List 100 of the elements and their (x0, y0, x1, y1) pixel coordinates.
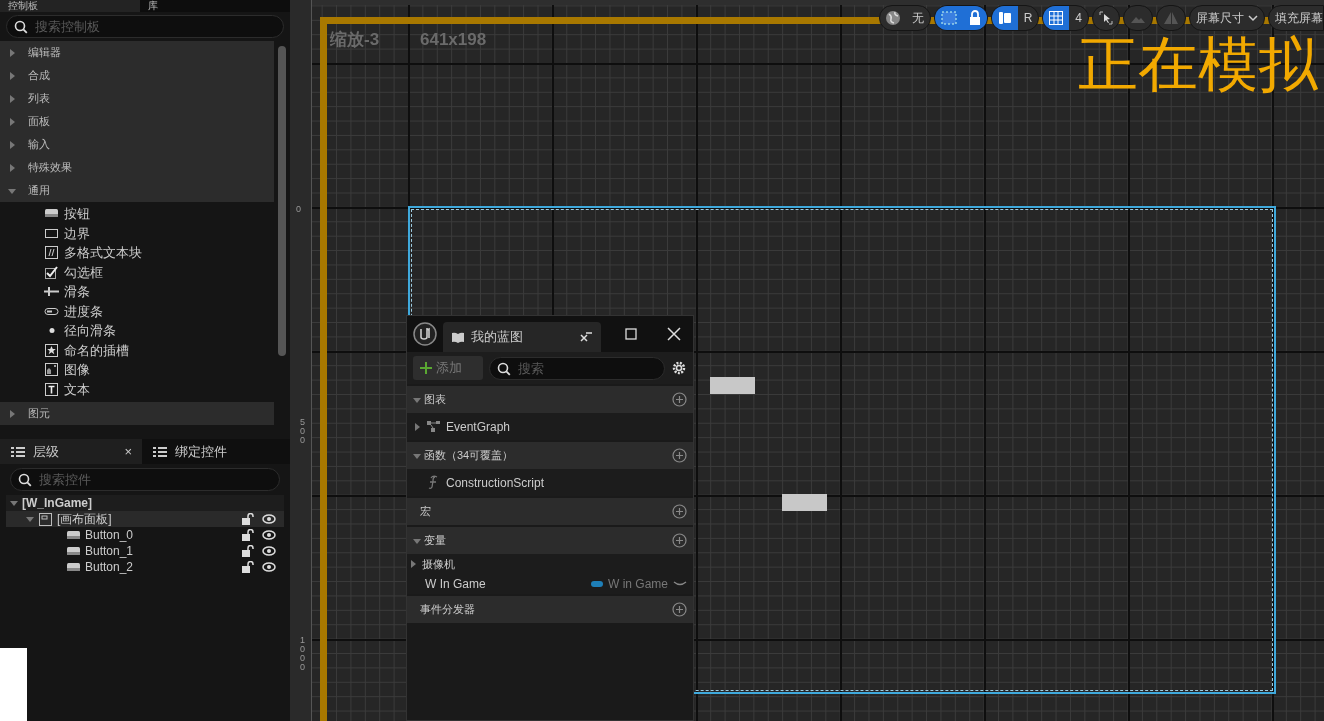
book-icon (451, 331, 465, 343)
tree-label: [W_InGame] (22, 495, 92, 512)
unlocked-lock-icon[interactable] (242, 529, 254, 541)
panel-tab[interactable]: 层级 × (0, 439, 142, 464)
tree-label: Button_2 (85, 559, 134, 576)
collapse-arrow-icon[interactable] (413, 395, 421, 404)
eye-icon[interactable] (262, 530, 276, 540)
expand-arrow-icon[interactable] (409, 560, 417, 568)
add-circle-icon[interactable] (672, 448, 687, 463)
close-icon[interactable] (579, 331, 593, 343)
collapse-arrow-icon[interactable] (413, 451, 421, 460)
eye-icon[interactable] (262, 514, 276, 524)
respect-toggle[interactable]: R (990, 5, 1040, 31)
tree-row[interactable]: Button_2 (6, 559, 284, 575)
eye-closed-icon[interactable] (673, 580, 687, 588)
palette-item[interactable]: 文本 (0, 379, 274, 399)
palette-item[interactable]: 径向滑条 (0, 321, 274, 341)
flip-button[interactable] (1156, 5, 1186, 31)
tree-row[interactable]: [W_InGame] (6, 495, 284, 511)
ruler-label: 0 (296, 205, 301, 214)
scrollbar-thumb[interactable] (278, 46, 286, 356)
collapse-arrow-icon[interactable] (8, 186, 16, 195)
tree-row[interactable]: Button_0 (6, 527, 284, 543)
ruler-label: 500 (299, 418, 306, 445)
category-row[interactable]: 特殊效果 (0, 156, 274, 179)
collapse-arrow-icon[interactable] (413, 536, 421, 545)
category-row[interactable]: 输入 (0, 133, 274, 156)
add-circle-icon[interactable] (672, 392, 687, 407)
window-tab[interactable]: 我的蓝图 (443, 322, 601, 352)
category-label: 合成 (28, 68, 50, 84)
palette-item[interactable]: 多格式文本块 (0, 243, 274, 263)
palette-item[interactable]: 边界 (0, 223, 274, 243)
collapse-arrow-icon[interactable] (26, 515, 34, 523)
settings-icon[interactable] (671, 360, 687, 376)
columns-icon (996, 10, 1013, 26)
category-row[interactable]: 图元 (0, 402, 274, 425)
expand-arrow-icon[interactable] (413, 422, 421, 431)
graph-icon (426, 419, 441, 434)
section-header[interactable]: 变量 (407, 527, 693, 554)
screen-size-dropdown[interactable]: 屏幕尺寸 (1189, 5, 1265, 31)
palette-item[interactable]: 勾选框 (0, 262, 274, 282)
add-circle-icon[interactable] (672, 504, 687, 519)
simulation-label: 正在模拟 (1078, 30, 1318, 100)
search-field[interactable]: 搜索 (489, 356, 665, 380)
world-toggle[interactable]: 无 (878, 5, 931, 31)
variable-type-icon (591, 581, 603, 587)
section-header[interactable]: 宏 (407, 498, 693, 525)
palette-item[interactable]: 进度条 (0, 301, 274, 321)
section-header[interactable]: 事件分发器 (407, 596, 693, 623)
eye-icon[interactable] (262, 546, 276, 556)
search-field[interactable]: 搜索控件 (10, 468, 280, 491)
search-field[interactable]: 搜索控制板 (6, 15, 284, 38)
expand-arrow-icon[interactable] (8, 140, 16, 149)
fill-screen-button[interactable]: 填充屏幕 (1268, 5, 1324, 31)
palette-item[interactable]: 按钮 (0, 204, 274, 224)
grid-snap-toggle[interactable]: 4 (1042, 5, 1089, 31)
palette-item[interactable]: 图像 (0, 360, 274, 380)
category-label: 通用 (28, 183, 50, 199)
panel-tab[interactable]: 控制板 (0, 0, 140, 12)
unlocked-lock-icon[interactable] (242, 513, 254, 525)
section-header[interactable]: 函数（34可覆盖） (407, 442, 693, 469)
close-icon[interactable]: × (124, 441, 132, 462)
category-row[interactable]: 合成 (0, 64, 274, 87)
select-mode-button[interactable] (1092, 5, 1120, 31)
category-row[interactable]: 编辑器 (0, 41, 274, 64)
collapse-arrow-icon[interactable] (10, 499, 18, 507)
lock-toggle[interactable] (933, 5, 988, 31)
add-circle-icon[interactable] (672, 602, 687, 617)
maximize-icon[interactable] (625, 328, 637, 340)
expand-arrow-icon[interactable] (8, 117, 16, 126)
tree-row[interactable]: Button_1 (6, 543, 284, 559)
expand-arrow-icon[interactable] (8, 48, 16, 57)
tree-label: Button_0 (85, 527, 134, 544)
section-title: 函数（34可覆盖） (424, 448, 514, 464)
section-header[interactable]: 图表 (407, 386, 693, 413)
caret-icon (1248, 14, 1258, 22)
palette-item[interactable]: 命名的插槽 (0, 340, 274, 360)
plus-icon (419, 361, 433, 375)
category-row[interactable]: 通用 (0, 179, 274, 202)
text-box-icon (44, 381, 59, 397)
category-row[interactable]: 面板 (0, 110, 274, 133)
expand-arrow-icon[interactable] (8, 71, 16, 80)
unlocked-lock-icon[interactable] (242, 561, 254, 573)
design-canvas[interactable]: 缩放-3 641x198 正在模拟 无 R 4 屏幕尺寸 填充屏幕 我的蓝图 添加 搜索 图表 EventGraph 函数（34可覆盖） ConstructionScript 宏 变量 摄像机 W In Game W in Game 事件分发器 (312, 0, 1324, 721)
expand-arrow-icon[interactable] (8, 94, 16, 103)
tree-row[interactable]: [画布面板] (6, 511, 284, 527)
unlocked-lock-icon[interactable] (242, 545, 254, 557)
engine-logo-icon (413, 322, 437, 346)
tree-label: [画布面板] (57, 511, 112, 528)
eye-icon[interactable] (262, 562, 276, 572)
palette-item-label: 径向滑条 (64, 322, 116, 340)
expand-arrow-icon[interactable] (8, 409, 16, 418)
category-row[interactable]: 列表 (0, 87, 274, 110)
close-icon[interactable] (667, 327, 681, 341)
marquee-icon (939, 10, 958, 26)
palette-item[interactable]: 滑条 (0, 282, 274, 302)
star-box-icon (44, 342, 59, 358)
section-title: 变量 (424, 533, 446, 549)
add-circle-icon[interactable] (672, 533, 687, 548)
expand-arrow-icon[interactable] (8, 163, 16, 172)
